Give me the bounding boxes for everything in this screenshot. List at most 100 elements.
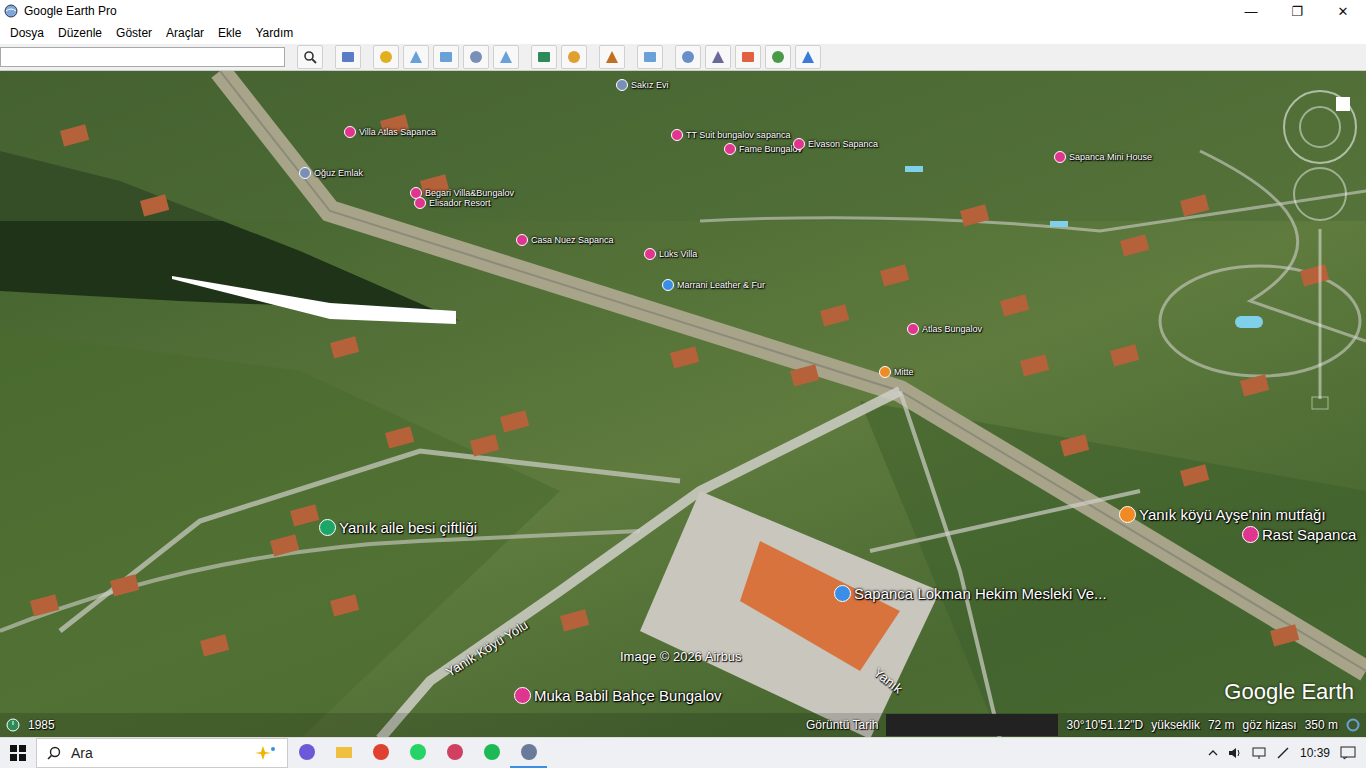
map-pin[interactable]: Begari Villa&Bungalov xyxy=(410,187,514,199)
magnifier-icon xyxy=(47,746,61,760)
map-view[interactable]: Sakız Evi Villa Atlas Sapanca Oğuz Emlak Be… xyxy=(0,71,1366,737)
pin-label: Sapanca Mini House xyxy=(1069,152,1152,162)
pin-label: Marrani Leather & Fur xyxy=(677,280,765,290)
map-pin[interactable]: Rast Sapanca xyxy=(1242,526,1356,543)
menu-item[interactable]: Göster xyxy=(116,26,152,40)
toolbar-button[interactable] xyxy=(637,45,663,69)
toolbar-button[interactable] xyxy=(561,45,587,69)
tool-icon xyxy=(408,49,424,65)
taskbar: Ara 10:39 xyxy=(0,737,1366,768)
pin-label: Oğuz Emlak xyxy=(314,168,363,178)
taskbar-app[interactable] xyxy=(399,738,436,768)
title-bar: Google Earth Pro—❐✕ xyxy=(0,0,1366,22)
menu-item[interactable]: Yardım xyxy=(255,26,293,40)
taskbar-app[interactable] xyxy=(288,738,325,768)
map-pin[interactable]: TT Suit bungalov sapanca xyxy=(671,129,790,141)
menu-item[interactable]: Araçlar xyxy=(166,26,204,40)
pin-label: Rast Sapanca xyxy=(1262,526,1356,543)
map-pin[interactable]: Yanık köyü Ayşe'nin mutfağı xyxy=(1119,506,1326,523)
map-pin[interactable]: Lüks Villa xyxy=(644,248,697,260)
map-pin[interactable]: Elisador Resort xyxy=(414,197,491,209)
map-pin[interactable]: Muka Babil Bahçe Bungalov xyxy=(514,687,722,704)
map-pin[interactable]: Mitte xyxy=(879,366,914,378)
tool-icon xyxy=(340,49,356,65)
window-control-button[interactable]: — xyxy=(1228,0,1274,22)
tool-icon xyxy=(498,49,514,65)
search-input[interactable] xyxy=(0,47,285,67)
pin-marker-icon xyxy=(319,519,336,536)
taskbar-app[interactable] xyxy=(362,738,399,768)
window-control-button[interactable]: ❐ xyxy=(1274,0,1320,22)
toolbar-button[interactable] xyxy=(373,45,399,69)
pin-label: Begari Villa&Bungalov xyxy=(425,188,514,198)
toolbar-button[interactable] xyxy=(403,45,429,69)
toolbar-button[interactable] xyxy=(335,45,361,69)
satellite-imagery xyxy=(0,71,1366,737)
pin-marker-icon xyxy=(671,129,683,141)
toolbar-button[interactable] xyxy=(531,45,557,69)
taskbar-search-placeholder: Ara xyxy=(71,745,245,761)
taskbar-app[interactable] xyxy=(436,738,473,768)
tool-icon xyxy=(468,49,484,65)
pin-label: Mitte xyxy=(894,367,914,377)
window-control-button[interactable]: ✕ xyxy=(1320,0,1366,22)
map-pin[interactable]: Marrani Leather & Fur xyxy=(662,279,765,291)
pin-label: Muka Babil Bahçe Bungalov xyxy=(534,687,722,704)
pin-label: Sapanca Lokman Hekim Mesleki Ve... xyxy=(854,585,1107,602)
menu-item[interactable]: Ekle xyxy=(218,26,241,40)
tool-icon xyxy=(378,49,394,65)
map-pin[interactable]: Sapanca Lokman Hekim Mesleki Ve... xyxy=(834,585,1107,602)
map-pin[interactable]: Casa Nuez Sapanca xyxy=(516,234,614,246)
menu-item[interactable]: Düzenle xyxy=(58,26,102,40)
map-pin[interactable]: Fame Bungalov xyxy=(724,143,802,155)
speaker-icon[interactable] xyxy=(1228,746,1242,760)
chevron-up-icon[interactable] xyxy=(1208,748,1218,758)
system-tray: 10:39 xyxy=(1208,746,1366,760)
map-pin[interactable]: Sakız Evi xyxy=(616,79,669,91)
toolbar-button[interactable] xyxy=(765,45,791,69)
pin-marker-icon xyxy=(1242,526,1259,543)
map-pin[interactable]: Atlas Bungalov xyxy=(907,323,982,335)
pin-marker-icon xyxy=(414,197,426,209)
pin-marker-icon xyxy=(644,248,656,260)
toolbar-button[interactable] xyxy=(705,45,731,69)
toolbar-button[interactable] xyxy=(433,45,459,69)
pin-marker-icon xyxy=(793,138,805,150)
map-pin[interactable]: Oğuz Emlak xyxy=(299,167,363,179)
historical-imagery-icon[interactable] xyxy=(6,718,20,732)
toolbar-button[interactable] xyxy=(463,45,489,69)
notification-icon[interactable] xyxy=(1340,746,1356,760)
search-button[interactable] xyxy=(297,45,323,69)
windows-icon xyxy=(10,745,26,761)
map-pin[interactable]: Elvason Sapanca xyxy=(793,138,878,150)
taskbar-app[interactable] xyxy=(473,738,510,768)
app-icon xyxy=(520,743,538,761)
taskbar-app[interactable] xyxy=(510,738,547,768)
toolbar-button[interactable] xyxy=(675,45,701,69)
network-icon[interactable] xyxy=(1252,746,1266,760)
start-button[interactable] xyxy=(0,738,36,768)
google-earth-window: Google Earth Pro—❐✕ Dosya Düzenle Göster Ara… xyxy=(0,0,1366,768)
toolbar-button[interactable] xyxy=(493,45,519,69)
toolbar-button[interactable] xyxy=(795,45,821,69)
pin-label: Elvason Sapanca xyxy=(808,139,878,149)
toolbar-button[interactable] xyxy=(735,45,761,69)
map-pin[interactable]: Yanık aile besi çiftliği xyxy=(319,519,477,536)
tool-icon xyxy=(800,49,816,65)
pen-icon[interactable] xyxy=(1276,746,1290,760)
streaming-icon xyxy=(1346,718,1360,732)
eye-altitude-label: göz hizası xyxy=(1243,718,1297,732)
menu-item[interactable]: Dosya xyxy=(10,26,44,40)
pin-marker-icon xyxy=(516,234,528,246)
taskbar-app[interactable] xyxy=(325,738,362,768)
sparkle-icon xyxy=(255,745,277,761)
clock[interactable]: 10:39 xyxy=(1300,746,1330,760)
taskbar-search[interactable]: Ara xyxy=(36,738,288,768)
navigation-controls-icon[interactable] xyxy=(1282,79,1362,419)
pin-marker-icon xyxy=(616,79,628,91)
pin-marker-icon xyxy=(662,279,674,291)
pin-label: Villa Atlas Sapanca xyxy=(359,127,436,137)
map-pin[interactable]: Villa Atlas Sapanca xyxy=(344,126,436,138)
toolbar-button[interactable] xyxy=(599,45,625,69)
map-pin[interactable]: Sapanca Mini House xyxy=(1054,151,1152,163)
